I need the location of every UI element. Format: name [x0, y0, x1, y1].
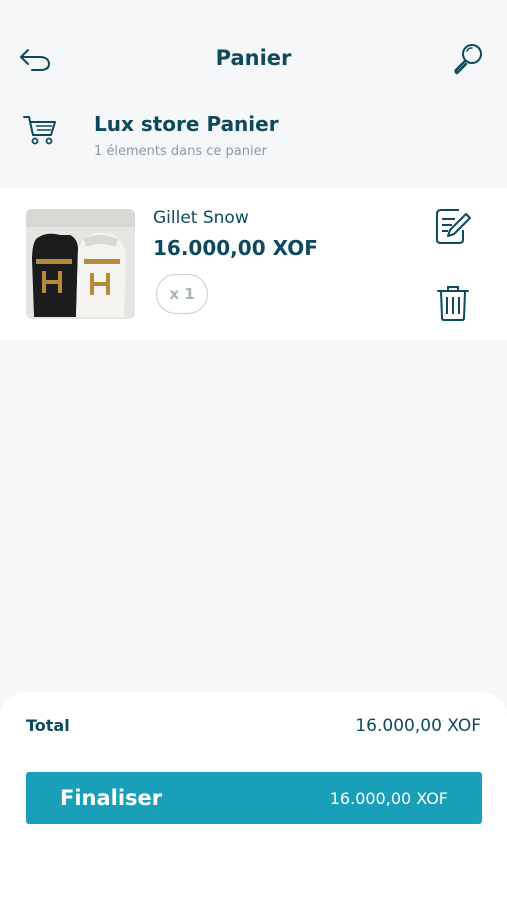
app-header: Panier: [0, 0, 507, 100]
checkout-amount: 16.000,00 XOF: [329, 789, 448, 808]
item-count: 1 élements dans ce panier: [94, 144, 267, 159]
checkout-panel: Total 16.000,00 XOF Finaliser 16.000,00 …: [0, 692, 507, 900]
checkout-button[interactable]: Finaliser 16.000,00 XOF: [26, 772, 482, 824]
shopping-cart-icon: [22, 114, 58, 146]
quantity-badge[interactable]: x 1: [156, 274, 208, 314]
store-name: Lux store Panier: [94, 112, 279, 136]
page-title: Panier: [215, 46, 292, 70]
trash-icon: [437, 286, 469, 321]
product-image[interactable]: [26, 209, 135, 319]
product-price: 16.000,00 XOF: [153, 236, 318, 260]
edit-button[interactable]: [433, 206, 473, 246]
checkout-label: Finaliser: [60, 786, 163, 810]
total-value: 16.000,00 XOF: [355, 716, 481, 736]
store-section: Lux store Panier 1 élements dans ce pani…: [0, 108, 507, 178]
search-button[interactable]: [451, 42, 485, 76]
total-label: Total: [26, 716, 70, 735]
delete-button[interactable]: [435, 284, 471, 322]
search-icon: [454, 44, 482, 75]
cart-item: Gillet Snow 16.000,00 XOF x 1: [0, 188, 507, 340]
product-name: Gillet Snow: [153, 208, 249, 228]
edit-icon: [436, 209, 471, 244]
